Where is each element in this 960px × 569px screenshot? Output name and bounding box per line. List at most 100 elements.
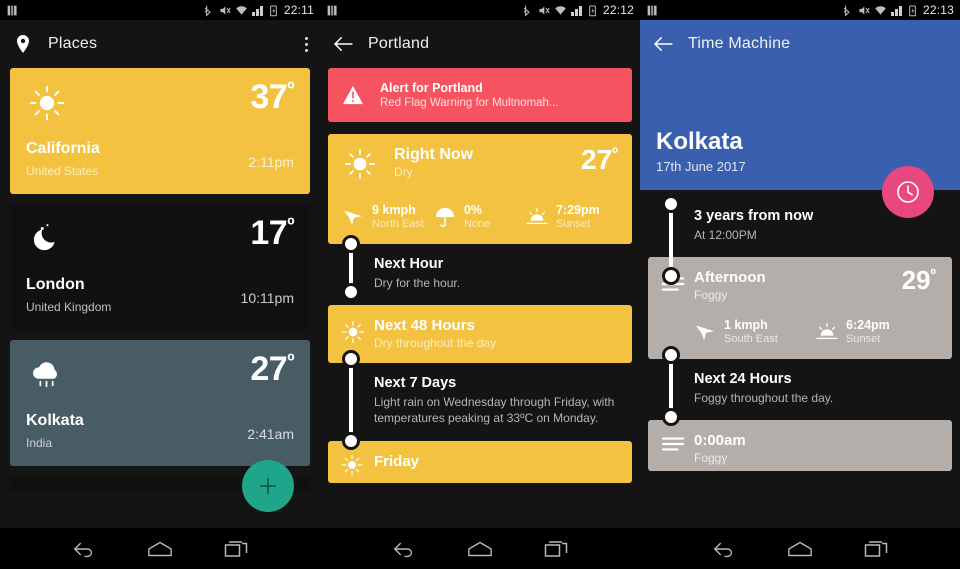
place-name: Kolkata xyxy=(26,412,84,429)
metric-sunset: 7:29pm Sunset xyxy=(526,203,618,230)
page-title: Portland xyxy=(368,35,430,52)
timeline-stem xyxy=(349,359,353,442)
wifi-icon xyxy=(875,5,886,15)
timeline-title: Next 7 Days xyxy=(374,375,457,392)
app-indicator-icon xyxy=(7,5,17,15)
status-bar-right: 22:11 xyxy=(201,3,314,17)
page-title: Places xyxy=(48,35,98,52)
wind-arrow-icon xyxy=(695,325,715,340)
metric-label: None xyxy=(463,218,491,230)
timeline-dot xyxy=(662,346,680,365)
time-machine-body: 3 years from now At 12:00PM Afternoon Fo… xyxy=(640,190,960,472)
sun-icon xyxy=(340,319,366,350)
timeline-dot xyxy=(662,195,680,213)
metric-wind: 9 kmph North East xyxy=(342,203,434,230)
mute-icon xyxy=(220,5,231,15)
alert-text: Alert for Portland Red Flag Warning for … xyxy=(380,81,559,109)
metric-value: 7:29pm xyxy=(555,203,600,217)
metric-value: 1 kmph xyxy=(724,318,768,333)
status-bar-right: 22:12 xyxy=(520,3,634,17)
timeline-item-next-hour[interactable]: Next Hour Dry for the hour. xyxy=(328,235,632,305)
timeline-subtitle: Dry for the hour. xyxy=(374,276,461,290)
place-card-kolkata[interactable]: 27º Kolkata India 2:41am xyxy=(10,340,310,466)
home-nav-icon[interactable] xyxy=(463,536,497,562)
place-name: London xyxy=(26,276,85,293)
app-indicator-icon xyxy=(327,5,337,15)
place-local-time: 2:11pm xyxy=(248,154,294,170)
time-machine-card-afternoon[interactable]: Afternoon Foggy 29º 1 kmph South East 6:… xyxy=(648,257,952,360)
sunset-icon xyxy=(816,322,838,339)
metric-label: South East xyxy=(724,333,778,346)
overflow-menu-icon[interactable] xyxy=(305,36,308,52)
fog-icon xyxy=(660,434,686,459)
home-nav-icon[interactable] xyxy=(143,536,177,562)
metric-label: North East xyxy=(372,218,424,230)
place-temperature: 27º xyxy=(250,350,294,388)
metric-label: Sunset xyxy=(846,333,881,346)
right-now-subtitle: Dry xyxy=(394,165,413,179)
back-arrow-icon[interactable] xyxy=(652,33,674,55)
right-now-header: Right Now Dry 27º xyxy=(342,146,618,187)
right-now-title: Right Now xyxy=(394,146,474,163)
metric-value: 9 kmph xyxy=(372,203,416,217)
timeline-item-next-7-days[interactable]: Next 7 Days Light rain on Wednesday thro… xyxy=(328,350,632,451)
alert-title: Alert for Portland xyxy=(380,81,483,95)
recents-nav-icon[interactable] xyxy=(539,536,573,562)
metric-label: Sunset xyxy=(555,218,591,230)
card-subtitle: Foggy xyxy=(694,451,728,466)
right-now-temperature: 27º xyxy=(581,144,618,175)
place-local-time: 10:11pm xyxy=(240,290,294,306)
time-machine-card-midnight[interactable]: 0:00am Foggy xyxy=(648,420,952,472)
status-bar-left xyxy=(6,4,19,17)
add-place-fab[interactable] xyxy=(242,460,294,512)
sun-icon xyxy=(28,84,66,127)
place-card-london[interactable]: 17º London United Kingdom 10:11pm xyxy=(10,204,310,330)
timeline-subtitle: Dry throughout the day xyxy=(374,336,497,351)
wifi-icon xyxy=(555,5,566,15)
home-nav-icon[interactable] xyxy=(783,536,817,562)
place-card-california[interactable]: 37º California United States 2:11pm xyxy=(10,68,310,194)
back-arrow-icon[interactable] xyxy=(332,33,354,55)
battery-icon xyxy=(589,5,596,16)
status-bar-clock: 22:11 xyxy=(283,3,314,17)
screen-time-machine: 22:13 Time Machine Kolkata 17th June 201… xyxy=(640,0,960,569)
back-nav-icon[interactable] xyxy=(707,536,741,562)
mute-icon xyxy=(859,5,870,15)
screen-places: 22:11 Places 37º California United State… xyxy=(0,0,320,569)
timeline-title: Next 24 Hours xyxy=(694,371,792,388)
timeline-title: Next 48 Hours xyxy=(374,317,475,335)
metric-value: 0% xyxy=(463,203,483,217)
status-bar-left xyxy=(646,4,659,17)
nav-group-1 xyxy=(0,528,320,569)
weather-alert-card[interactable]: Alert for Portland Red Flag Warning for … xyxy=(328,68,632,122)
timeline-subtitle: At 12:00PM xyxy=(694,228,757,242)
places-appbar: Places xyxy=(0,20,320,68)
back-nav-icon[interactable] xyxy=(387,536,421,562)
recents-nav-icon[interactable] xyxy=(859,536,893,562)
timeline-dot xyxy=(662,267,680,285)
card-title: 0:00am xyxy=(694,432,746,450)
metric-sunset: 6:24pm Sunset xyxy=(816,318,938,345)
bluetooth-icon xyxy=(843,5,850,17)
metric-wind: 1 kmph South East xyxy=(694,318,816,345)
timeline-item-next-48-hours[interactable]: Next 48 Hours Dry throughout the day xyxy=(328,305,632,364)
forecast-body: Alert for Portland Red Flag Warning for … xyxy=(320,68,640,483)
right-now-card[interactable]: Right Now Dry 27º 9 kmph North East 0% N… xyxy=(328,134,632,244)
time-machine-fab[interactable] xyxy=(882,166,934,218)
clock-icon xyxy=(897,181,919,203)
umbrella-icon xyxy=(435,207,455,227)
timeline-title: Next Hour xyxy=(374,256,444,272)
back-nav-icon[interactable] xyxy=(67,536,101,562)
card-temperature: 29º xyxy=(901,265,936,296)
timeline-dot xyxy=(342,350,360,369)
status-bar-left xyxy=(326,4,339,17)
timeline-item-next-24-hours[interactable]: Next 24 Hours Foggy throughout the day. xyxy=(648,346,952,427)
screen-forecast: 22:12 Portland Alert for Portland Red Fl… xyxy=(320,0,640,569)
signal-icon xyxy=(890,5,902,16)
timeline-subtitle: Light rain on Wednesday through Friday, … xyxy=(374,395,615,426)
card-metrics: 1 kmph South East 6:24pm Sunset xyxy=(694,318,938,345)
timeline-item-friday[interactable]: Friday xyxy=(328,440,632,483)
recents-nav-icon[interactable] xyxy=(219,536,253,562)
location-pin-icon[interactable] xyxy=(12,33,34,55)
signal-icon xyxy=(251,5,263,16)
